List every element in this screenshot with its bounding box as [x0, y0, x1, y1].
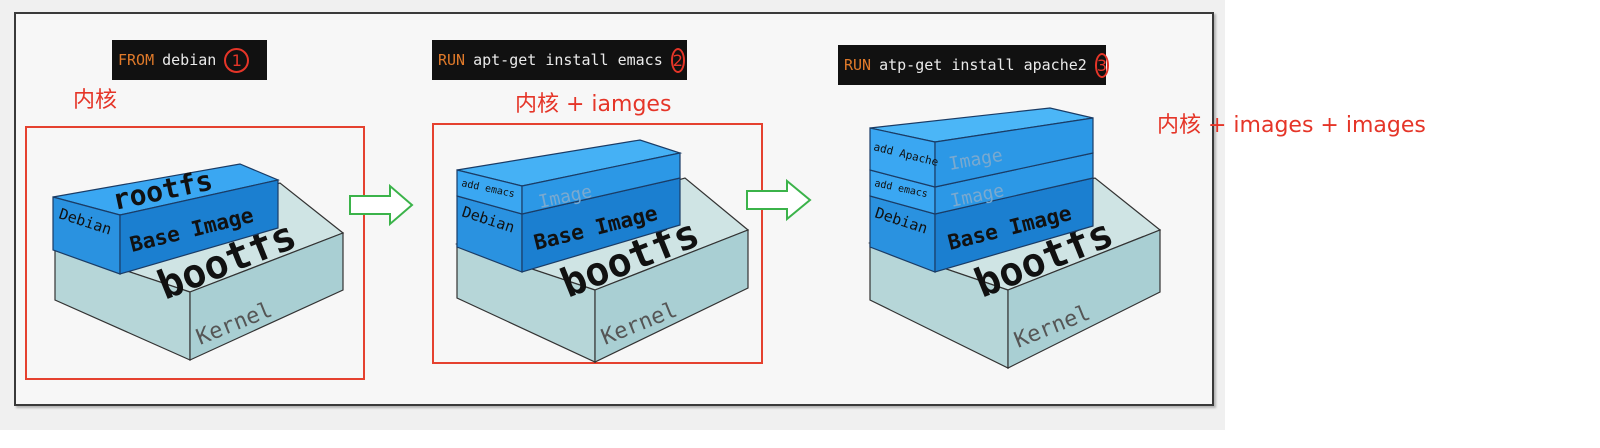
- stack-3: Kernel bootfs Debian Base Image add emac…: [868, 107, 1162, 369]
- layer-diagram: Kernel bootfs Debian Debian Base Image r…: [52, 107, 1162, 369]
- stack-1: Kernel bootfs Debian Debian Base Image r…: [52, 163, 345, 361]
- arrow-right-icon: [349, 183, 414, 227]
- stack-2: Kernel bootfs Debian Base Image add emac…: [454, 139, 750, 363]
- arrow-right-icon: [746, 178, 812, 222]
